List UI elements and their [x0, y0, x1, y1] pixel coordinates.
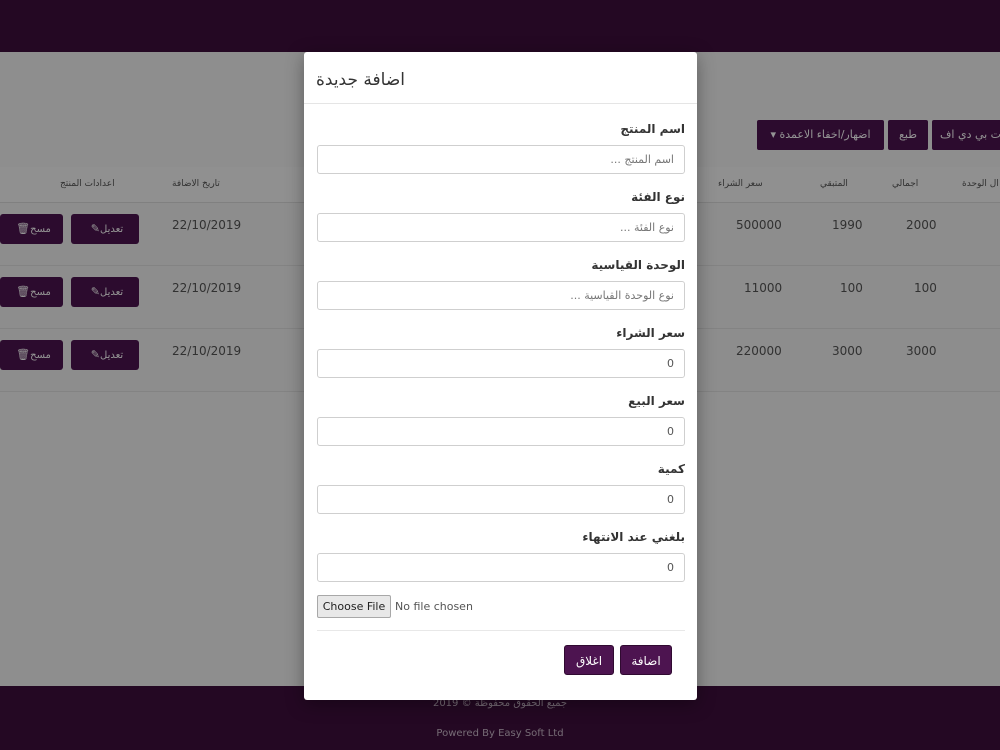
close-button[interactable]: اغلاق: [564, 645, 614, 675]
choose-file-button[interactable]: Choose File: [317, 595, 391, 618]
category-input[interactable]: [317, 213, 685, 242]
category-label: نوع الفئة: [631, 190, 685, 204]
quantity-input[interactable]: [317, 485, 685, 514]
alert-threshold-input[interactable]: [317, 553, 685, 582]
product-name-label: اسم المنتج: [620, 122, 685, 136]
quantity-label: كمية: [657, 462, 685, 476]
add-product-modal: اضافة جديدة اسم المنتج نوع الفئة الوحدة …: [304, 52, 697, 700]
unit-label: الوحدة القياسية: [591, 258, 685, 272]
file-status: No file chosen: [395, 600, 473, 613]
modal-footer-divider: [317, 630, 685, 631]
product-name-input[interactable]: [317, 145, 685, 174]
alert-label: بلغني عند الانتهاء: [582, 530, 685, 544]
unit-input[interactable]: [317, 281, 685, 310]
add-button[interactable]: اضافة: [620, 645, 672, 675]
sale-price-input[interactable]: [317, 417, 685, 446]
sale-price-label: سعر البيع: [628, 394, 685, 408]
purchase-price-input[interactable]: [317, 349, 685, 378]
modal-title: اضافة جديدة: [316, 70, 405, 90]
purchase-price-label: سعر الشراء: [616, 326, 685, 340]
modal-header-divider: [304, 103, 697, 104]
